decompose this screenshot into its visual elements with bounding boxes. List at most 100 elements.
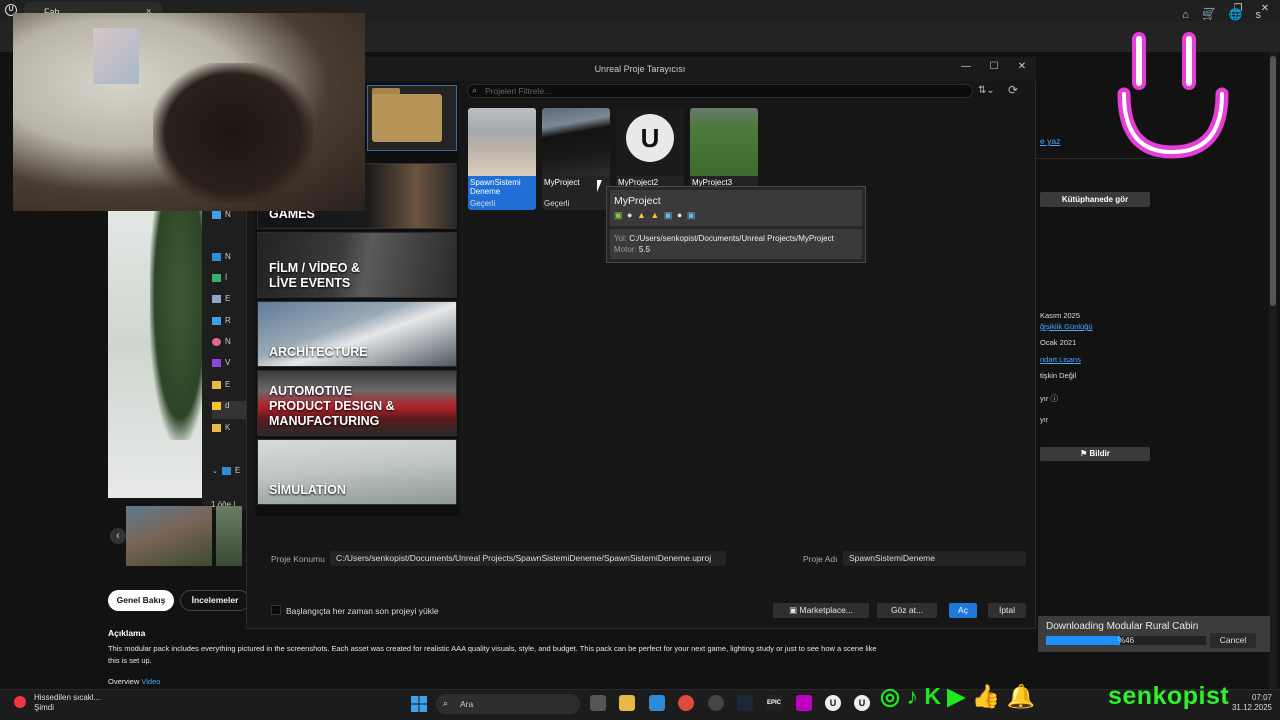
tab-overview[interactable]: Genel Bakış bbox=[108, 590, 174, 611]
webcam-poster bbox=[93, 28, 139, 84]
marketplace-button[interactable]: ▣ Marketplace... bbox=[773, 603, 869, 618]
desktop-icon bbox=[212, 252, 221, 261]
report-button[interactable]: ⚑ Bildir bbox=[1040, 447, 1150, 461]
tvos-icon: ▣ bbox=[663, 210, 674, 220]
channel-name: senkopist bbox=[1108, 682, 1230, 710]
dialog-maximize-button[interactable]: ☐ bbox=[986, 61, 1002, 72]
tooltip-path: Yol: C:/Users/senkopist/Documents/Unreal… bbox=[614, 234, 834, 243]
category-label: AUTOMOTIVE PRODUCT DESIGN & MANUFACTURIN… bbox=[269, 384, 395, 428]
browse-button[interactable]: Göz at... bbox=[877, 603, 937, 618]
weather-widget[interactable]: Hissedilen sıcakl... Şimdi bbox=[34, 693, 100, 713]
category-label: FİLM / VİDEO & LİVE EVENTS bbox=[269, 261, 360, 290]
music-icon bbox=[212, 337, 221, 346]
download-percent: %46 bbox=[1118, 636, 1135, 645]
project-card-selected[interactable]: SpawnSistemi Deneme Geçerli bbox=[468, 108, 536, 210]
project-location-field[interactable]: C:/Users/senkopist/Documents/Unreal Proj… bbox=[330, 551, 726, 566]
search-icon: ⌕ bbox=[443, 698, 449, 708]
store-icon[interactable] bbox=[649, 695, 665, 711]
category-simulation[interactable]: SİMULATİON bbox=[257, 439, 457, 505]
folder-icon bbox=[212, 380, 221, 389]
youtube-icon: ▶ bbox=[947, 683, 966, 709]
category-film-video[interactable]: FİLM / VİDEO & LİVE EVENTS bbox=[257, 232, 457, 298]
overview-label: Overview bbox=[108, 677, 140, 686]
download-cancel-button[interactable]: Cancel bbox=[1210, 633, 1256, 648]
webcam-person bbox=[153, 63, 313, 203]
download-title: Downloading Modular Rural Cabin bbox=[1046, 621, 1199, 632]
gallery-thumbnail[interactable] bbox=[126, 506, 212, 566]
dialog-minimize-button[interactable]: — bbox=[958, 61, 974, 72]
overview-line: Overview Video bbox=[108, 677, 160, 686]
refresh-icon[interactable]: ⟳ bbox=[1008, 83, 1018, 97]
windows-icon: ▣ bbox=[686, 210, 697, 220]
project-name-label: Proje Adı bbox=[803, 554, 838, 564]
project-name-field[interactable]: SpawnSistemiDeneme bbox=[843, 551, 1026, 566]
weather-icon[interactable] bbox=[14, 696, 26, 708]
bell-icon: 🔔 bbox=[1006, 683, 1036, 709]
sort-options-icon[interactable]: ⇅⌄ bbox=[978, 85, 995, 96]
project-name: SpawnSistemi Deneme bbox=[470, 178, 521, 196]
unreal-engine-icon[interactable]: U bbox=[825, 695, 841, 711]
project-status: Geçerli bbox=[544, 199, 570, 208]
project-thumbnail bbox=[542, 108, 610, 176]
cancel-button[interactable]: İptal bbox=[988, 603, 1026, 618]
category-architecture[interactable]: ARCHİTECTURE bbox=[257, 301, 457, 367]
marketplace-icon: ▣ bbox=[789, 605, 800, 615]
project-location-label: Proje Konumu bbox=[271, 554, 325, 564]
tab-reviews[interactable]: İncelemeler bbox=[180, 590, 250, 611]
android-icon: ▣ bbox=[614, 210, 624, 220]
category-automotive[interactable]: AUTOMOTIVE PRODUCT DESIGN & MANUFACTURIN… bbox=[257, 370, 457, 436]
steam-icon[interactable] bbox=[737, 695, 753, 711]
image-folder-icon bbox=[212, 210, 221, 219]
dialog-close-button[interactable]: ✕ bbox=[1014, 61, 1030, 72]
chevron-left-icon[interactable]: ‹ bbox=[110, 528, 126, 544]
open-button[interactable]: Aç bbox=[949, 603, 977, 618]
overview-video-link[interactable]: Video bbox=[141, 677, 160, 686]
startup-load-checkbox[interactable] bbox=[271, 605, 281, 615]
view-in-library-button[interactable]: Kütüphanede gör bbox=[1040, 192, 1150, 207]
description-heading: Açıklama bbox=[108, 628, 146, 638]
project-card[interactable]: MyProject Geçerli bbox=[542, 108, 610, 210]
unreal-engine-icon[interactable]: U bbox=[854, 695, 870, 711]
ios-icon: ● bbox=[676, 210, 684, 220]
license-link[interactable]: ndart Lisans bbox=[1040, 355, 1081, 364]
release-date: Kasım 2025 bbox=[1040, 311, 1081, 320]
tooltip-engine-version: Motor: 5.5 bbox=[614, 245, 651, 254]
platform-icons: ▣ ● ▲ ▲ ▣ ● ▣ bbox=[614, 210, 696, 221]
project-filter-input[interactable] bbox=[485, 85, 955, 97]
star-icon bbox=[212, 401, 221, 410]
dialog-title: Unreal Proje Tarayıcısı bbox=[594, 64, 686, 74]
folder-icon bbox=[372, 94, 442, 142]
file-explorer-icon[interactable] bbox=[619, 695, 635, 711]
pc-icon bbox=[221, 466, 231, 475]
category-label: ARCHİTECTURE bbox=[269, 345, 368, 359]
instagram-icon: ◎ bbox=[880, 683, 901, 709]
gallery-thumbnail[interactable] bbox=[216, 506, 242, 566]
taskbar-search-box[interactable]: Ara bbox=[436, 694, 580, 714]
folder-icon bbox=[212, 423, 221, 432]
taskbar bbox=[0, 689, 1280, 720]
app-icon[interactable] bbox=[796, 695, 812, 711]
category-label: SİMULATİON bbox=[269, 483, 346, 497]
smiley-overlay-icon bbox=[1117, 32, 1229, 159]
mouse-cursor-icon bbox=[597, 180, 607, 192]
tiktok-icon: ♪ bbox=[906, 683, 918, 709]
info-value: yır bbox=[1040, 415, 1049, 424]
page-scrollbar-thumb[interactable] bbox=[1270, 56, 1276, 306]
download-icon bbox=[212, 273, 221, 282]
task-view-icon[interactable] bbox=[590, 695, 606, 711]
project-thumbnail bbox=[468, 108, 536, 176]
obs-icon[interactable] bbox=[708, 695, 724, 711]
epic-games-icon[interactable]: EPIC bbox=[766, 695, 782, 711]
linux-icon: ▲ bbox=[636, 210, 647, 220]
chrome-icon[interactable] bbox=[678, 695, 694, 711]
project-thumbnail: U bbox=[616, 108, 684, 176]
description-text: This modular pack includes everything pi… bbox=[108, 644, 877, 665]
startup-load-label: Başlangıçta her zaman son projeyi yükle bbox=[286, 606, 439, 616]
windows-start-icon[interactable] bbox=[411, 696, 427, 712]
kick-icon: K bbox=[924, 683, 941, 709]
info-circle-icon[interactable]: ⓘ bbox=[1050, 394, 1058, 403]
changelog-link[interactable]: ğişiklik Günlüğü bbox=[1040, 322, 1093, 331]
browser-toolbar-icons[interactable]: ⌂ 🛒 🌐 s bbox=[1182, 8, 1266, 21]
write-review-link[interactable]: e yaz bbox=[1040, 136, 1060, 146]
system-clock[interactable]: 07:07 31.12.2025 bbox=[1228, 693, 1272, 713]
